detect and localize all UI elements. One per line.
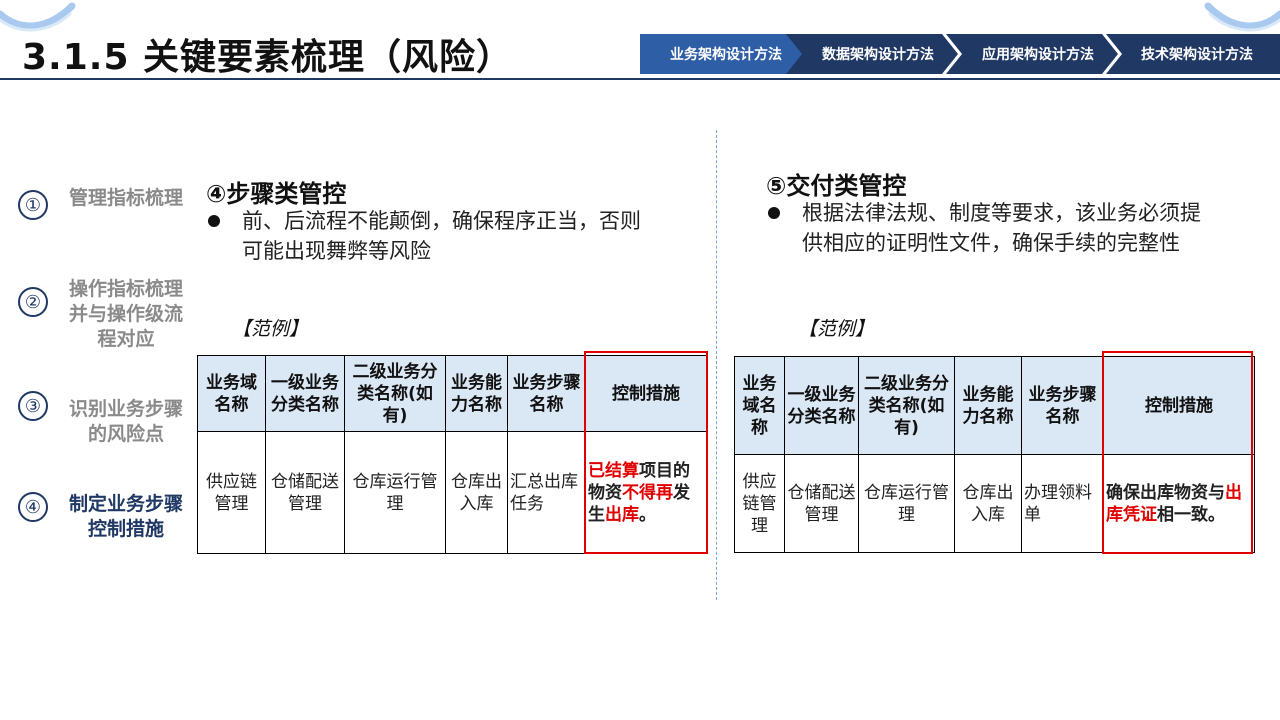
nav-step-technology-architecture[interactable]: 技术架构设计方法 <box>1106 34 1280 74</box>
sidebar-item-label: 操作指标梳理并与操作级流程对应 <box>68 278 183 350</box>
highlight-box-left <box>584 351 708 554</box>
sidebar-item-operation-indicators[interactable]: ② 操作指标梳理并与操作级流程对应 <box>18 277 188 357</box>
page-title: 3.1.5 关键要素梳理（风险） <box>22 37 514 78</box>
cell-step: 办理领料单 <box>1021 454 1104 553</box>
cell-domain: 供应链管理 <box>734 454 785 553</box>
step-number-badge: ④ <box>18 492 48 522</box>
step-number-badge: ③ <box>18 391 48 421</box>
cell-capability: 仓库出入库 <box>954 454 1022 553</box>
header-step: 业务步骤名称 <box>1021 356 1104 455</box>
header-level2: 二级业务分类名称(如有) <box>858 356 955 455</box>
section-title-delivery-control: ⑤交付类管控 <box>766 172 907 200</box>
nav-step-application-architecture[interactable]: 应用架构设计方法 <box>946 34 1118 74</box>
nav-step-data-architecture[interactable]: 数据架构设计方法 <box>786 34 958 74</box>
bullet-icon <box>208 215 220 227</box>
cell-level2: 仓库运行管理 <box>858 454 955 553</box>
bullet-delivery-control: 根据法律法规、制度等要求，该业务必须提供相应的证明性文件，确保手续的完整性 <box>768 198 1218 258</box>
bullet-icon <box>768 207 780 219</box>
section-title-step-control: ④步骤类管控 <box>206 180 347 208</box>
cell-domain: 供应链管理 <box>197 431 266 554</box>
example-label: 【范例】 <box>798 318 875 340</box>
header-capability: 业务能力名称 <box>954 356 1022 455</box>
sidebar-item-risk-points[interactable]: ③ 识别业务步骤的风险点 <box>18 387 188 457</box>
cell-level1: 仓储配送管理 <box>265 431 345 554</box>
header-capability: 业务能力名称 <box>445 355 508 432</box>
sidebar-item-label: 管理指标梳理 <box>68 187 183 209</box>
nav-step-business-architecture[interactable]: 业务架构设计方法 <box>640 34 812 74</box>
step-number-badge: ① <box>18 190 48 220</box>
sidebar-item-label: 识别业务步骤的风险点 <box>68 398 183 445</box>
sidebar-item-control-measures[interactable]: ④ 制定业务步骤控制措施 <box>18 488 188 558</box>
header-level1: 一级业务分类名称 <box>265 355 345 432</box>
cell-level2: 仓库运行管理 <box>344 431 446 554</box>
header-domain: 业务域名称 <box>734 356 785 455</box>
cell-capability: 仓库出入库 <box>445 431 508 554</box>
header-step: 业务步骤名称 <box>507 355 586 432</box>
sidebar-item-management-indicators[interactable]: ① 管理指标梳理 <box>18 186 188 256</box>
title-divider <box>0 78 1280 80</box>
column-divider <box>716 130 717 600</box>
header-domain: 业务域名称 <box>197 355 266 432</box>
sidebar-item-label: 制定业务步骤控制措施 <box>68 493 183 540</box>
cell-step: 汇总出库任务 <box>507 431 586 554</box>
step-number-badge: ② <box>18 287 48 317</box>
method-nav: 业务架构设计方法 数据架构设计方法 应用架构设计方法 技术架构设计方法 <box>640 34 1280 74</box>
cell-level1: 仓储配送管理 <box>784 454 859 553</box>
header-level2: 二级业务分类名称(如有) <box>344 355 446 432</box>
example-label: 【范例】 <box>232 318 309 340</box>
bullet-step-control: 前、后流程不能颠倒，确保程序正当，否则可能出现舞弊等风险 <box>208 206 658 266</box>
header-level1: 一级业务分类名称 <box>784 356 859 455</box>
highlight-box-right <box>1102 351 1253 554</box>
